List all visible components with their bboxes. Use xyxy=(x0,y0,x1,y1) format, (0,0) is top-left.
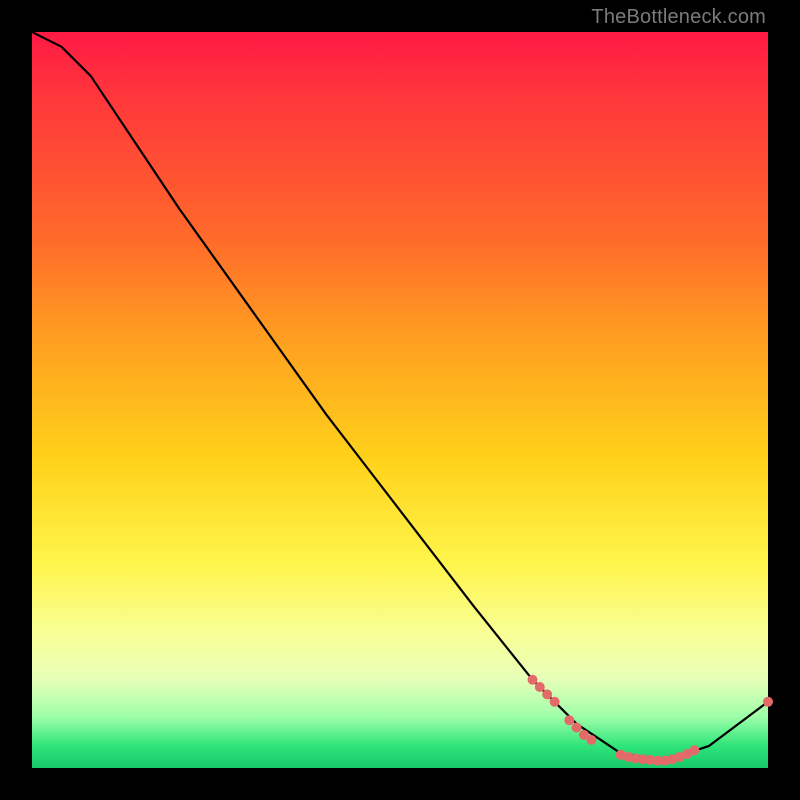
marker-group xyxy=(528,675,774,766)
data-marker xyxy=(572,723,582,733)
chart-svg xyxy=(32,32,768,768)
chart-frame: TheBottleneck.com xyxy=(0,0,800,800)
data-marker xyxy=(763,697,773,707)
watermark-text: TheBottleneck.com xyxy=(591,6,766,29)
data-marker xyxy=(550,697,560,707)
data-marker xyxy=(535,682,545,692)
data-marker xyxy=(542,689,552,699)
data-marker xyxy=(689,745,699,755)
plot-area xyxy=(32,32,768,768)
data-marker xyxy=(564,715,574,725)
data-marker xyxy=(586,735,596,745)
data-marker xyxy=(528,675,538,685)
bottleneck-curve xyxy=(32,32,768,761)
